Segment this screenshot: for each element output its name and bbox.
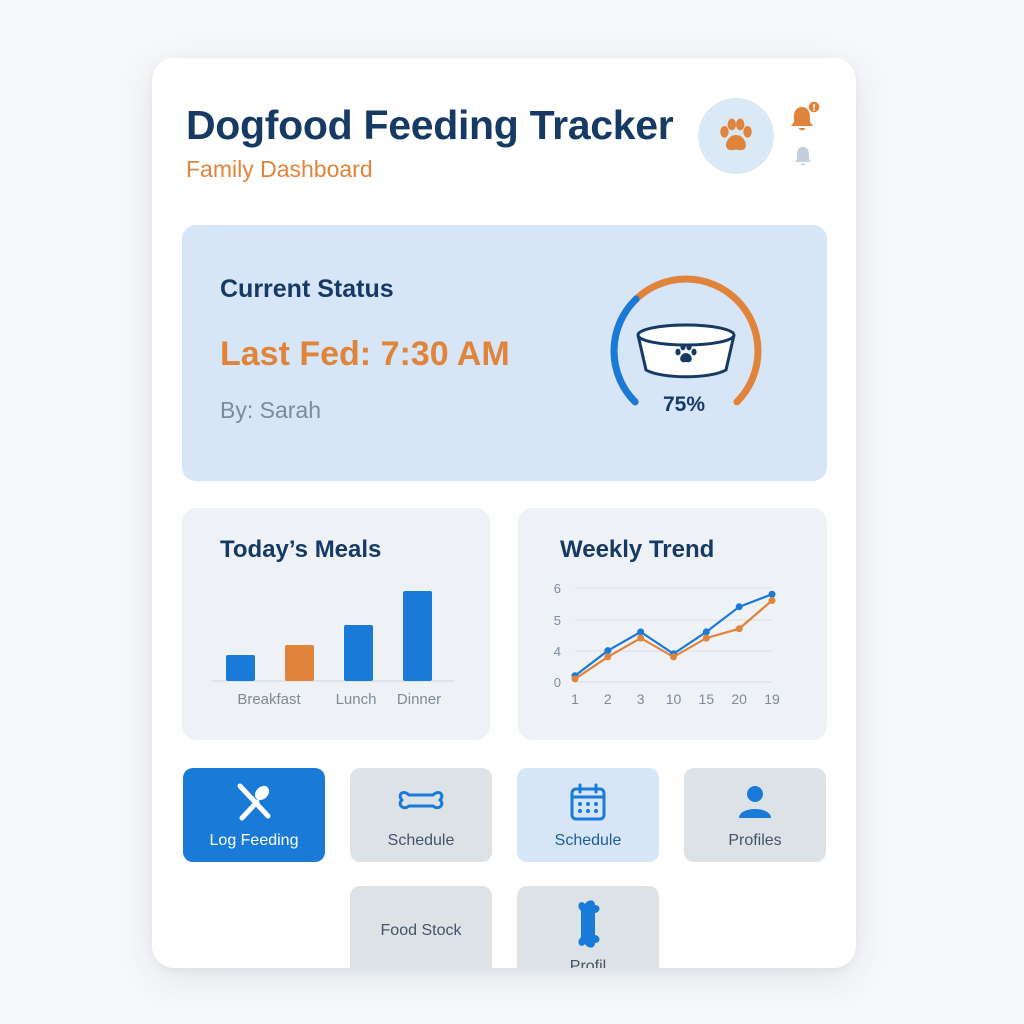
schedule-button[interactable]: Schedule [350,768,492,862]
food-stock-button[interactable]: Food Stock [350,886,492,968]
calendar-icon [570,783,606,821]
schedule-calendar-label: Schedule [554,832,622,849]
trend-x-tick: 1 [571,691,579,707]
meals-bar [344,625,373,681]
trend-y-tick: 4 [554,644,561,659]
bone-icon [398,791,444,810]
bell-icon: ! [791,100,821,131]
meals-category-label: Breakfast [237,691,301,708]
paw-icon [720,118,752,151]
meals-bar [285,645,314,681]
weekly-trend-line-chart: 0 4 5 6 1 2 3 10 15 20 19 [554,581,780,707]
trend-point [735,625,743,633]
trend-point [637,628,645,636]
log-feeding-label: Log Feeding [209,832,299,849]
meals-bar [226,655,255,681]
bell-muted-icon [795,147,811,166]
utensils-icon [237,783,271,821]
fed-by: By: Sarah [220,397,321,423]
trend-point [604,647,612,655]
trend-y-tick: 6 [554,581,561,596]
trend-point [702,634,710,642]
trend-x-tick: 19 [764,691,780,707]
trend-series-line [574,599,773,680]
trend-x-tick: 10 [666,691,682,707]
trend-x-tick: 2 [604,691,612,707]
trend-point [670,653,677,661]
bowl-level-percent: 75% [662,393,706,416]
trend-point [702,628,710,636]
profile-bone-label: Profil [569,958,607,968]
trend-y-tick: 5 [554,613,561,628]
trend-point [735,603,743,611]
meals-category-label: Dinner [397,691,441,708]
notification-bell-button[interactable]: ! [788,100,822,134]
notification-badge: ! [812,104,816,114]
pet-avatar[interactable] [698,98,774,174]
meals-bar [403,591,432,681]
meals-category-label: Lunch [336,691,377,708]
page-title: Dogfood Feeding Tracker [186,102,674,148]
log-feeding-button[interactable]: Log Feeding [183,768,325,862]
last-fed-time: Last Fed: 7:30 AM [220,335,510,373]
trend-point [604,653,612,661]
trend-x-tick: 20 [731,691,747,707]
current-status-panel: Current Status Last Fed: 7:30 AM By: Sar… [182,225,827,481]
schedule-label: Schedule [387,832,455,849]
todays-meals-panel: Today’s Meals Breakfast Lunch Dinner [182,508,490,740]
meals-bar-chart: Breakfast Lunch Dinner [212,591,454,708]
trend-point [768,597,776,605]
bone-icon [578,900,600,948]
page-subtitle: Family Dashboard [186,156,373,182]
schedule-calendar-button[interactable]: Schedule [517,768,659,862]
profiles-label: Profiles [728,832,782,849]
food-stock-label: Food Stock [380,922,462,939]
trend-point [768,590,776,598]
secondary-bell-button[interactable] [792,144,814,166]
trend-point [637,634,645,642]
person-icon [739,786,771,818]
profiles-button[interactable]: Profiles [684,768,826,862]
status-heading: Current Status [220,275,394,303]
weekly-trend-panel: Weekly Trend 0 4 5 6 1 2 3 10 15 20 19 [518,508,827,740]
trend-x-tick: 15 [699,691,715,707]
trend-y-tick: 0 [554,675,561,690]
dashboard-card: Dogfood Feeding Tracker Family Dashboard… [152,58,856,968]
trend-point [571,675,579,683]
gauge-fill [610,295,640,406]
profile-bone-button[interactable]: Profil [517,886,659,968]
food-bowl-icon [636,323,736,379]
trend-x-tick: 3 [637,691,645,707]
